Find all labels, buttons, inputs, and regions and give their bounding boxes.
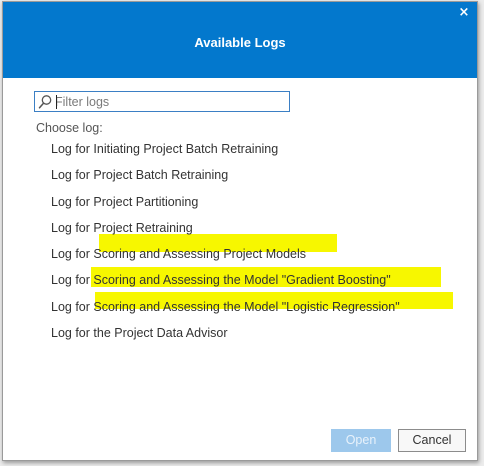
text-caret — [56, 95, 57, 109]
log-item[interactable]: Log for Initiating Project Batch Retrain… — [51, 141, 400, 167]
log-item[interactable]: Log for Project Partitioning — [51, 194, 400, 220]
choose-log-label: Choose log: — [36, 121, 103, 135]
log-item[interactable]: Log for Scoring and Assessing the Model … — [51, 272, 400, 298]
available-logs-dialog: Available Logs × Choose log: Log for Ini… — [2, 1, 478, 461]
log-item[interactable]: Log for Scoring and Assessing Project Mo… — [51, 246, 400, 272]
filter-logs-input[interactable] — [55, 93, 285, 110]
dialog-title: Available Logs — [194, 35, 286, 50]
log-item[interactable]: Log for Project Batch Retraining — [51, 167, 400, 193]
dialog-titlebar: Available Logs × — [3, 2, 477, 78]
log-list: Log for Initiating Project Batch Retrain… — [51, 141, 400, 351]
open-button[interactable]: Open — [331, 429, 391, 452]
filter-field[interactable] — [34, 91, 290, 112]
log-item[interactable]: Log for Project Retraining — [51, 220, 400, 246]
log-item[interactable]: Log for Scoring and Assessing the Model … — [51, 299, 400, 325]
search-icon — [38, 95, 52, 109]
cancel-button[interactable]: Cancel — [398, 429, 466, 452]
log-item[interactable]: Log for the Project Data Advisor — [51, 325, 400, 351]
close-icon[interactable]: × — [457, 6, 471, 20]
